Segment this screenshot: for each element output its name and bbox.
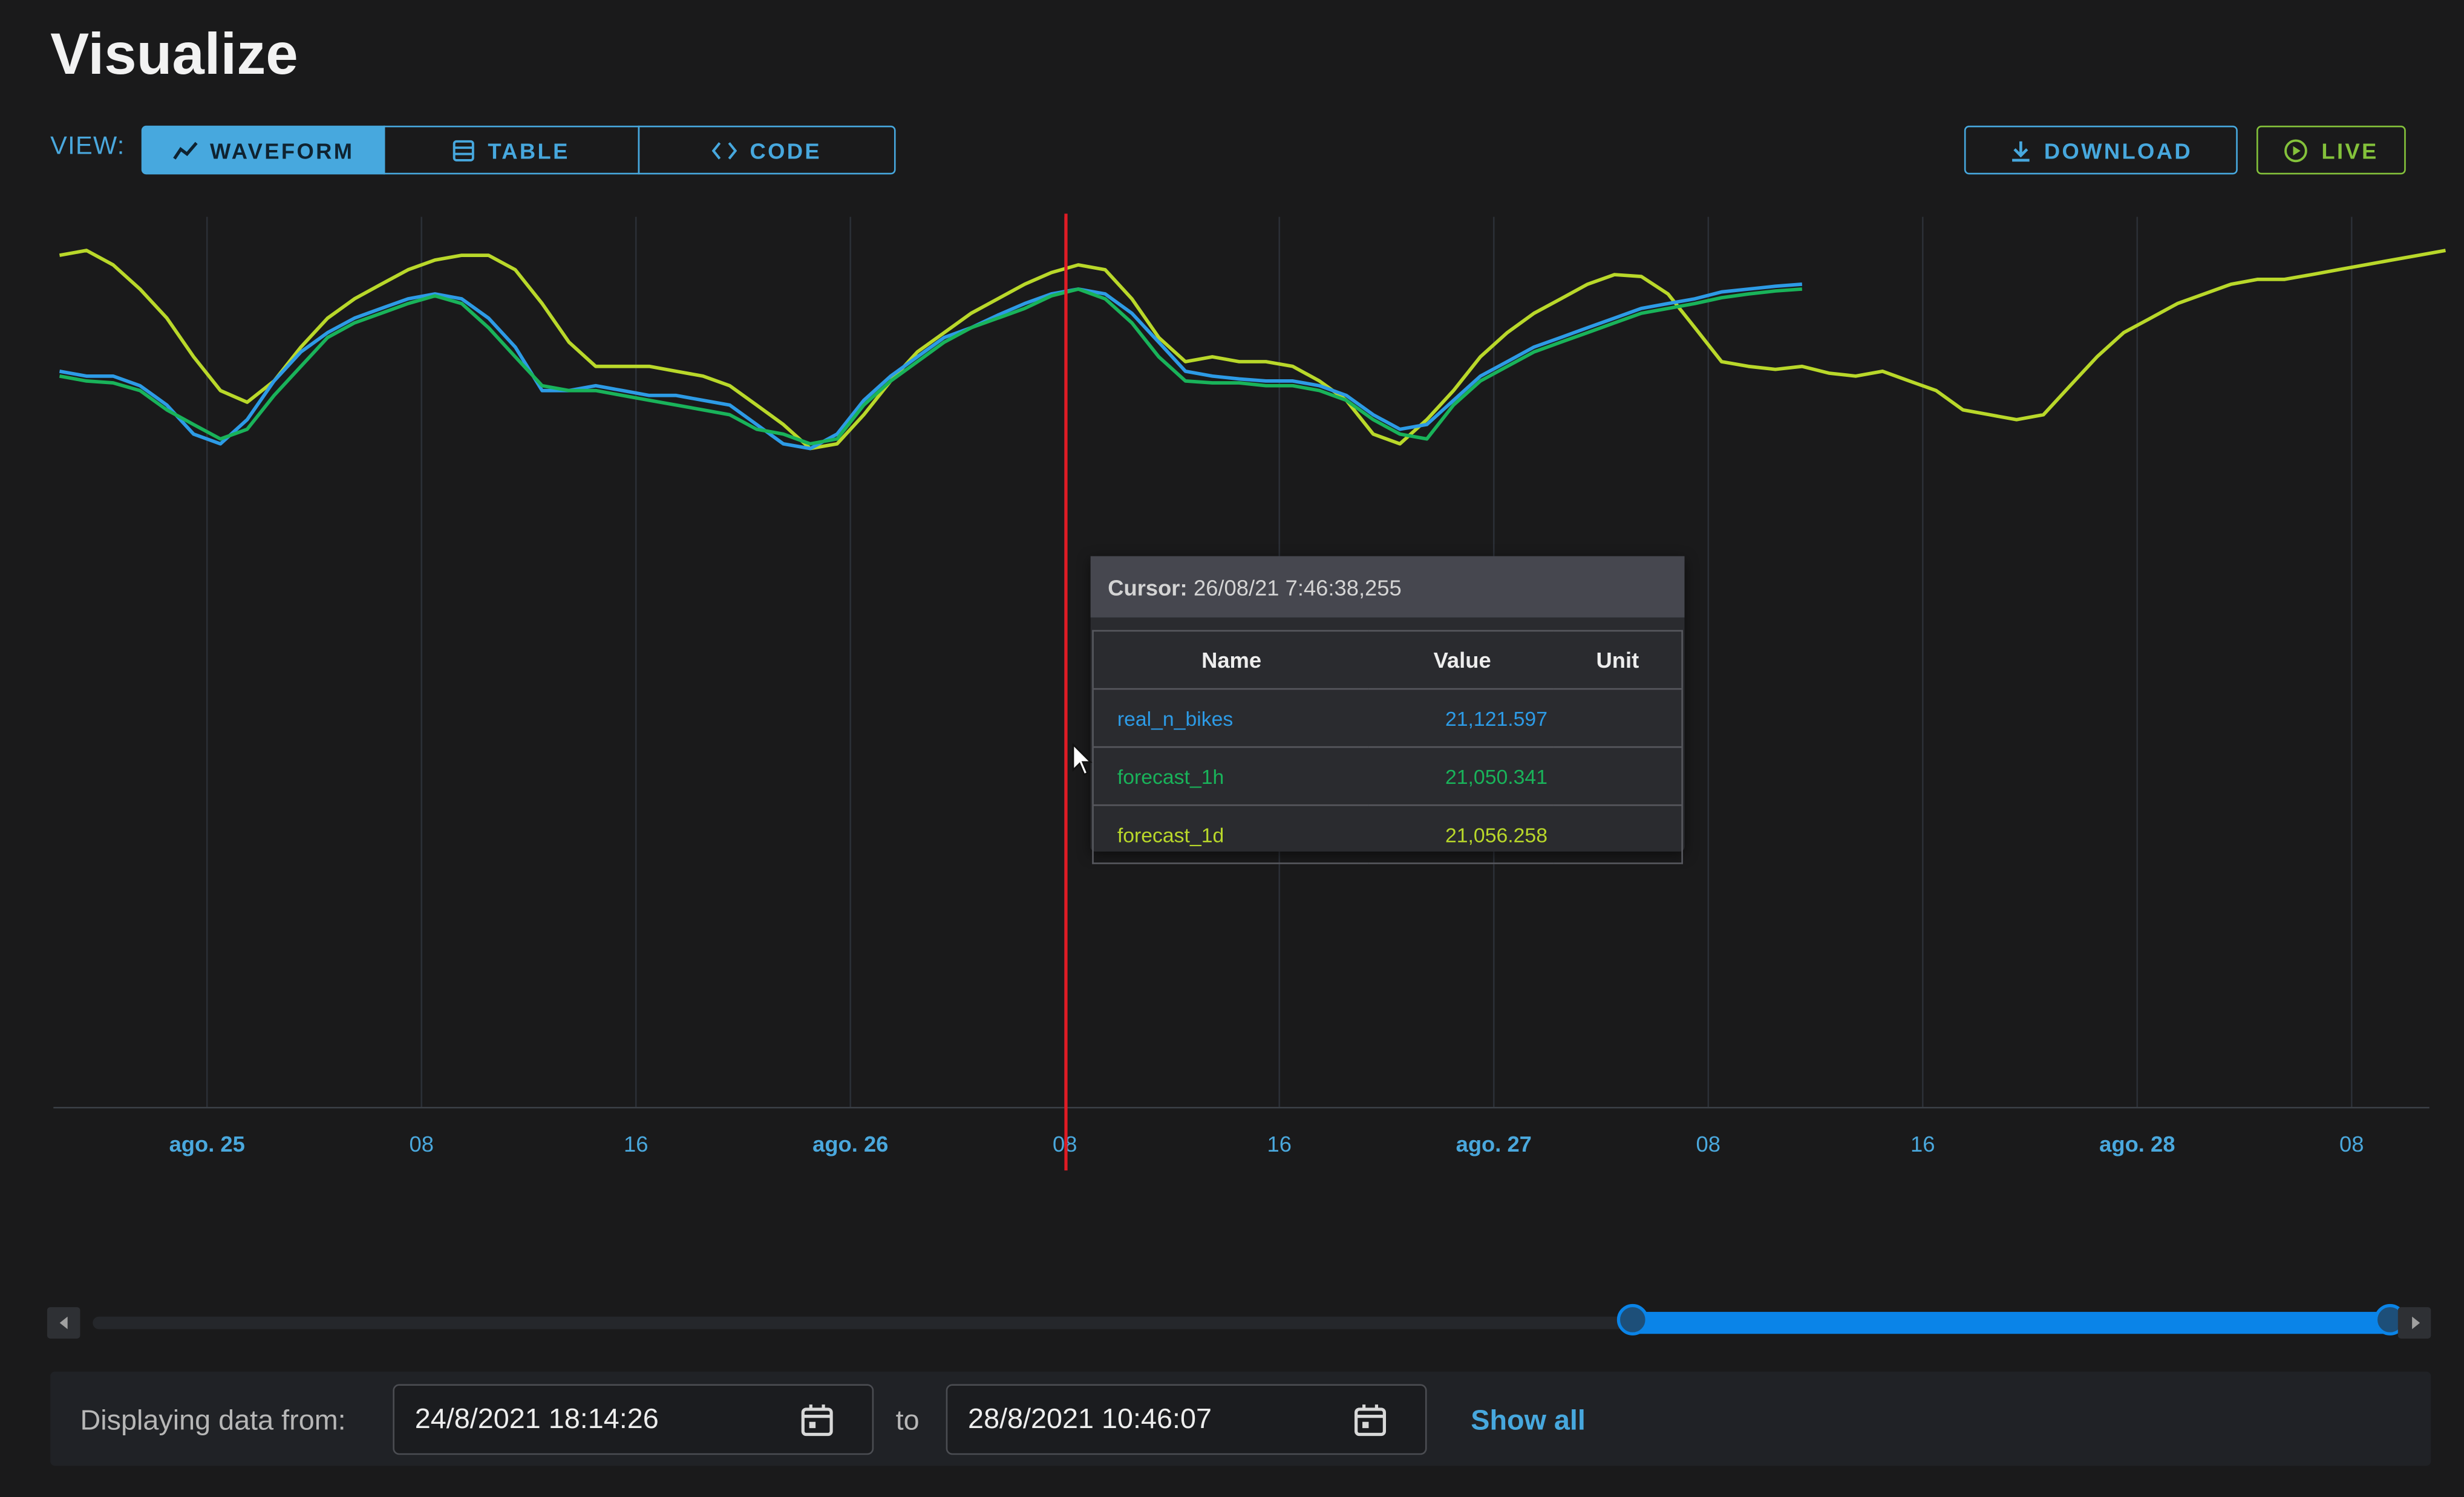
arrow-right-icon	[2408, 1309, 2421, 1337]
x-tick-label: 08	[1696, 1132, 1721, 1156]
cursor-timestamp: 26/08/21 7:46:38,255	[1193, 574, 1402, 599]
mouse-pointer-icon	[1071, 743, 1093, 786]
chart-line-icon	[172, 139, 198, 161]
calendar-icon[interactable]	[1353, 1403, 1387, 1446]
row-unit	[1554, 804, 1682, 864]
row-name: forecast_1h	[1093, 746, 1370, 806]
calendar-icon[interactable]	[800, 1403, 834, 1446]
table-row: real_n_bikes 21,121.597	[1093, 688, 1682, 748]
row-unit	[1554, 746, 1682, 806]
download-icon	[2010, 139, 2031, 161]
download-button[interactable]: DOWNLOAD	[1964, 125, 2238, 175]
show-all-link[interactable]: Show all	[1471, 1404, 1586, 1438]
row-name: real_n_bikes	[1093, 688, 1370, 748]
series-line-forecast-1h	[59, 287, 1803, 446]
tab-code-label: CODE	[750, 137, 822, 163]
page-title: Visualize	[50, 22, 298, 86]
x-tick-label: 08	[410, 1132, 434, 1156]
range-label: Displaying data from:	[80, 1404, 346, 1437]
cursor-header: Cursor: 26/08/21 7:46:38,255	[1090, 556, 1685, 618]
time-scrollbar[interactable]	[47, 1303, 2433, 1342]
column-header-unit: Unit	[1596, 647, 1639, 673]
date-range-bar: Displaying data from: 24/8/2021 18:14:26…	[50, 1371, 2431, 1466]
row-value: 21,056.258	[1369, 804, 1554, 864]
x-tick-label: 08	[2339, 1132, 2364, 1156]
row-value: 21,050.341	[1369, 746, 1554, 806]
download-button-label: DOWNLOAD	[2044, 137, 2192, 163]
to-date-value: 28/8/2021 10:46:07	[968, 1403, 1212, 1435]
play-circle-icon	[2284, 137, 2309, 163]
arrow-left-icon	[57, 1309, 70, 1337]
row-unit	[1554, 688, 1682, 748]
x-tick-label: 16	[624, 1132, 648, 1156]
table-row: forecast_1d 21,056.258	[1093, 804, 1682, 864]
scroll-right-button[interactable]	[2397, 1307, 2431, 1339]
x-tick-label: ago. 26	[812, 1132, 888, 1156]
x-tick-label: ago. 28	[2099, 1132, 2175, 1156]
cursor-tooltip: Cursor: 26/08/21 7:46:38,255 Name Value …	[1090, 556, 1685, 864]
live-button[interactable]: LIVE	[2256, 125, 2406, 175]
tab-waveform[interactable]: WAVEFORM	[141, 125, 385, 175]
from-date-value: 24/8/2021 18:14:26	[414, 1403, 659, 1435]
tab-table[interactable]: TABLE	[383, 125, 640, 175]
tab-table-label: TABLE	[488, 137, 570, 163]
live-button-label: LIVE	[2321, 137, 2379, 163]
x-tick-label: 16	[1267, 1132, 1292, 1156]
view-label: VIEW:	[50, 133, 125, 160]
cursor-values-table: Name Value Unit real_n_bikes 21,121.597 …	[1092, 630, 1683, 864]
from-date-input[interactable]: 24/8/2021 18:14:26	[393, 1384, 874, 1455]
to-label: to	[895, 1404, 920, 1437]
column-header-value: Value	[1433, 647, 1491, 673]
column-header-name: Name	[1201, 647, 1262, 673]
code-icon	[712, 140, 737, 159]
row-value: 21,121.597	[1369, 688, 1554, 748]
scroll-left-button[interactable]	[47, 1307, 80, 1339]
visualize-page: Visualize VIEW: WAVEFORM TABLE CODE DOWN…	[0, 0, 2464, 1497]
tab-waveform-label: WAVEFORM	[210, 137, 355, 163]
x-tick-label: 16	[1910, 1132, 1935, 1156]
to-date-input[interactable]: 28/8/2021 10:46:07	[946, 1384, 1427, 1455]
tab-code[interactable]: CODE	[638, 125, 896, 175]
table-row: forecast_1h 21,050.341	[1093, 746, 1682, 806]
cursor-label: Cursor:	[1108, 574, 1188, 599]
scroll-window[interactable]	[1633, 1311, 2391, 1334]
row-name: forecast_1d	[1093, 804, 1370, 864]
series-line-forecast-1d	[59, 249, 2446, 451]
x-tick-label: ago. 25	[169, 1132, 245, 1156]
table-icon	[453, 139, 475, 161]
x-tick-label: ago. 27	[1456, 1132, 1532, 1156]
